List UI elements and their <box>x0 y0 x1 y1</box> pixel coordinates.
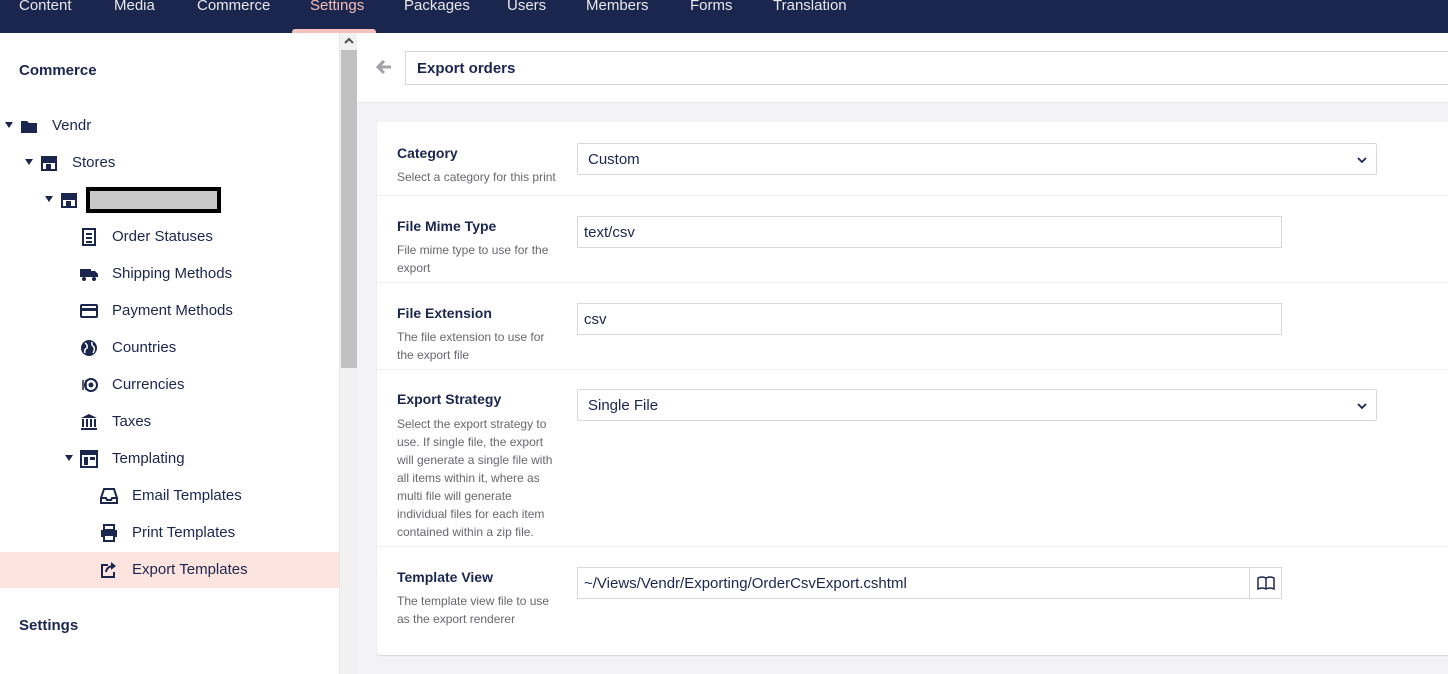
name-input[interactable] <box>405 51 1448 85</box>
tree-item-countries[interactable]: Countries <box>0 330 339 366</box>
file-extension-input[interactable] <box>577 303 1282 335</box>
layout-icon <box>80 450 98 468</box>
category-select[interactable]: Custom <box>577 143 1377 175</box>
tree-item-email-templates[interactable]: Email Templates <box>0 478 339 514</box>
caret-down-icon[interactable] <box>45 196 53 202</box>
store-icon <box>41 156 57 171</box>
bank-icon <box>81 414 97 430</box>
property-export-strategy: Export Strategy Select the export strate… <box>377 370 1448 547</box>
property-label: File Extension <box>397 305 492 321</box>
tree-item-templating[interactable]: Templating <box>0 441 339 477</box>
tab-commerce[interactable]: Commerce <box>197 0 270 33</box>
tree-item-shipping-methods[interactable]: Shipping Methods <box>0 256 339 292</box>
property-label: Template View <box>397 569 493 585</box>
property-file-mime-type: File Mime Type File mime type to use for… <box>377 196 1448 283</box>
coins-icon <box>82 378 98 392</box>
tree-label-templating: Templating <box>112 450 185 467</box>
tab-users[interactable]: Users <box>507 0 546 33</box>
tree-label-print-templates: Print Templates <box>132 524 236 541</box>
book-icon <box>1257 576 1275 591</box>
export-icon <box>101 562 116 578</box>
tree-item-currencies[interactable]: Currencies <box>0 367 339 403</box>
tree-item-payment-methods[interactable]: Payment Methods <box>0 293 339 329</box>
caret-down-icon[interactable] <box>25 159 33 165</box>
credit-card-icon <box>80 304 98 318</box>
section-title-settings: Settings <box>19 617 79 634</box>
tree-item-print-templates[interactable]: Print Templates <box>0 515 339 551</box>
store-icon <box>61 193 77 208</box>
select-value: Single File <box>588 397 659 414</box>
editor-header <box>357 33 1448 103</box>
tree-label-shipping-methods: Shipping Methods <box>112 265 233 282</box>
truck-icon <box>80 269 98 281</box>
scroll-up-arrow-icon[interactable] <box>343 35 355 47</box>
tree-item-stores[interactable]: Stores <box>0 145 339 181</box>
export-strategy-select[interactable]: Single File <box>577 389 1377 421</box>
tab-settings[interactable]: Settings <box>291 0 377 33</box>
property-label: Export Strategy <box>397 391 502 407</box>
property-description: Select a category for this print <box>397 170 556 184</box>
tree-item-store[interactable] <box>0 182 339 218</box>
select-value: Custom <box>588 151 640 168</box>
receipt-icon <box>82 228 96 246</box>
tree-label-order-statuses: Order Statuses <box>112 228 213 245</box>
properties-panel: Category Select a category for this prin… <box>377 122 1448 655</box>
tree-label-payment-methods: Payment Methods <box>112 302 233 319</box>
property-file-extension: File Extension The file extension to use… <box>377 283 1448 370</box>
property-template-view: Template View The template view file to … <box>377 547 1448 655</box>
property-description: The template view file to use as the exp… <box>397 594 550 626</box>
tab-forms[interactable]: Forms <box>690 0 733 33</box>
tree-item-taxes[interactable]: Taxes <box>0 404 339 440</box>
tree-item-vendr[interactable]: Vendr <box>0 108 339 144</box>
tree-label-email-templates: Email Templates <box>132 487 242 504</box>
tree-label-taxes: Taxes <box>112 413 152 430</box>
back-arrow-icon[interactable] <box>375 58 393 76</box>
folder-icon <box>21 121 37 133</box>
tree-label-stores: Stores <box>72 154 116 171</box>
property-label: Category <box>397 145 458 161</box>
redacted-store-name <box>86 187 221 213</box>
template-picker-button[interactable] <box>1249 567 1282 599</box>
tree-item-order-statuses[interactable]: Order Statuses <box>0 219 339 255</box>
chevron-down-icon <box>1357 403 1367 410</box>
scrollbar-thumb[interactable] <box>341 50 357 368</box>
property-label: File Mime Type <box>397 218 497 234</box>
tab-content[interactable]: Content <box>19 0 72 33</box>
globe-icon <box>81 340 97 356</box>
property-category: Category Select a category for this prin… <box>377 122 1448 196</box>
template-view-input[interactable] <box>577 567 1282 599</box>
tab-media[interactable]: Media <box>114 0 155 33</box>
caret-down-icon[interactable] <box>65 455 73 461</box>
tab-packages[interactable]: Packages <box>404 0 470 33</box>
tab-members[interactable]: Members <box>586 0 649 33</box>
tree-label-vendr: Vendr <box>52 117 92 134</box>
printer-icon <box>101 524 117 542</box>
sidebar-scrollbar[interactable] <box>339 33 357 674</box>
property-description: File mime type to use for the export <box>397 243 549 275</box>
tree-label-countries: Countries <box>112 339 177 356</box>
property-description: Select the export strategy to use. If si… <box>397 417 553 539</box>
caret-down-icon[interactable] <box>5 122 13 128</box>
tab-translation[interactable]: Translation <box>773 0 847 33</box>
mime-type-input[interactable] <box>577 216 1282 248</box>
chevron-down-icon <box>1357 157 1367 164</box>
tree-item-export-templates[interactable]: Export Templates <box>0 552 339 588</box>
property-description: The file extension to use for the export… <box>397 330 545 362</box>
inbox-icon <box>100 488 118 504</box>
top-navigation: Content Media Commerce Settings Packages… <box>0 0 1448 33</box>
tree-label-export-templates: Export Templates <box>132 561 248 578</box>
tree-label-currencies: Currencies <box>112 376 185 393</box>
section-title-commerce: Commerce <box>19 62 97 79</box>
sidebar: Commerce Vendr Stores Order Statuses Shi… <box>0 33 339 674</box>
